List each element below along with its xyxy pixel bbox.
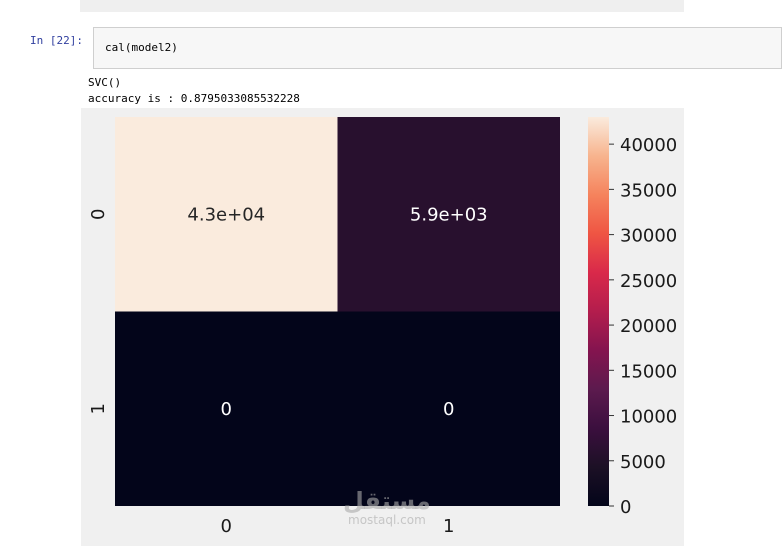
previous-cell-output [80,0,684,12]
colorbar-tick-label-8: 40000 [620,135,677,156]
colorbar-tick-label-4: 20000 [620,316,677,337]
watermark-arabic-text: مستقل [343,487,431,515]
x-tick-label-1: 1 [443,516,454,537]
confusion-matrix-heatmap: 4.3e+04 5.9e+03 0 0 0 1 0 1 0 5000 10000 15000 200… [88,117,677,537]
x-tick-label-0: 0 [221,516,232,537]
colorbar-tick-label-3: 15000 [620,361,677,382]
colorbar-tick-label-2: 10000 [620,407,677,428]
input-prompt: In [22]: [30,34,83,47]
colorbar-tick-label-7: 35000 [620,180,677,201]
heatmap-cell-label-0-0: 4.3e+04 [187,204,265,225]
code-input-cell[interactable]: cal(model2) [93,27,782,69]
colorbar-tick-label-1: 5000 [620,452,666,473]
output-line-model: SVC() [88,76,122,89]
figure-output: 4.3e+04 5.9e+03 0 0 0 1 0 1 0 5000 10000 15000 200… [81,108,684,546]
heatmap-cell-label-1-0: 0 [221,399,232,420]
colorbar-tick-label-0: 0 [620,497,631,518]
watermark-logo: مستقل mostaql.com [343,488,431,526]
colorbar-tick-label-6: 30000 [620,226,677,247]
output-line-accuracy: accuracy is : 0.8795033085532228 [88,92,300,105]
code-text: cal(model2) [105,41,178,54]
colorbar-tick-label-5: 25000 [620,271,677,292]
colorbar [588,117,609,506]
y-tick-label-1: 1 [88,403,109,414]
heatmap-cell-label-1-1: 0 [443,399,454,420]
watermark-latin-text: mostaql.com [348,513,426,527]
y-tick-label-0: 0 [88,209,109,220]
heatmap-cell-label-0-1: 5.9e+03 [410,204,488,225]
